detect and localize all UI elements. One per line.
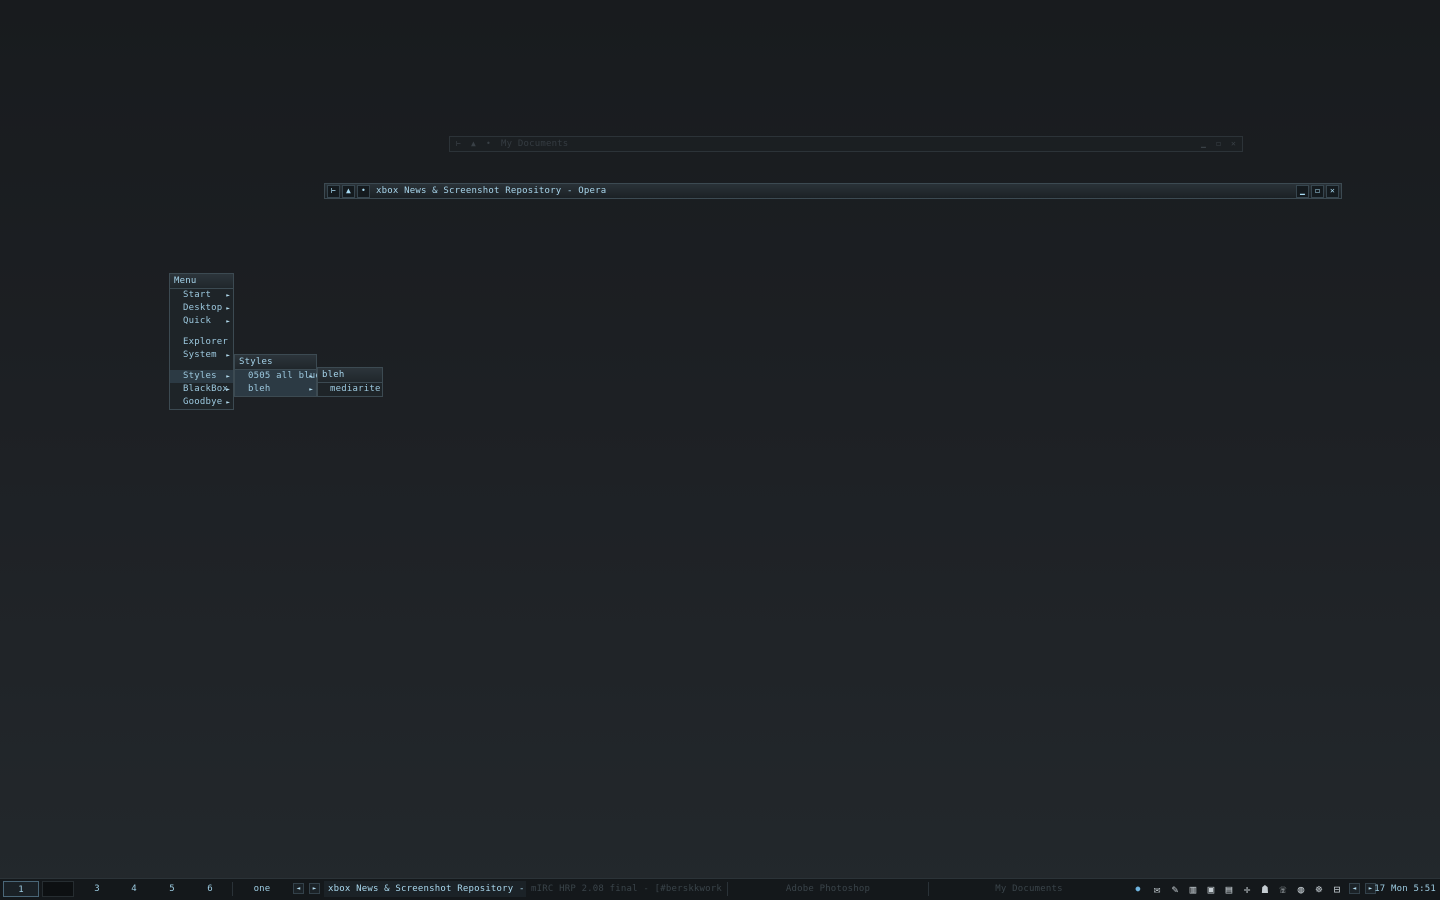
globe-icon[interactable]: ◍	[1294, 882, 1308, 896]
task-opera[interactable]: xbox News & Screenshot Repository - Op..…	[324, 881, 526, 897]
equalizer-icon[interactable]: ▥	[1186, 882, 1200, 896]
window-title: My Documents	[501, 139, 569, 149]
workspace-5[interactable]: 5	[155, 881, 189, 897]
submenu-arrow-icon: ►	[226, 386, 230, 393]
display-icon[interactable]: ▤	[1222, 882, 1236, 896]
menu-title: Styles	[235, 355, 316, 370]
task-my-documents[interactable]: My Documents	[930, 881, 1128, 897]
workspace-2[interactable]	[42, 881, 74, 897]
menu-item-quick[interactable]: Quick ►	[170, 315, 233, 328]
blue-dot-icon[interactable]: ●	[1131, 882, 1145, 896]
dot-icon[interactable]: •	[357, 184, 370, 198]
submenu-arrow-icon: ►	[226, 305, 230, 312]
workspace-1[interactable]: 1	[3, 881, 39, 897]
network-icon[interactable]: ☸	[1312, 882, 1326, 896]
minimize-icon[interactable]: ▁	[1296, 184, 1309, 198]
menu-item-desktop[interactable]: Desktop ►	[170, 302, 233, 315]
menu-title: bleh	[318, 368, 382, 383]
workspace-4[interactable]: 4	[117, 881, 151, 897]
people-icon[interactable]: ☗	[1258, 882, 1272, 896]
styles-submenu: Styles 0505 all blue ► bleh ►	[234, 354, 321, 397]
mail-icon[interactable]: ✉	[1150, 882, 1164, 896]
menu-separator	[170, 328, 233, 336]
menu-item-mediarite[interactable]: mediarite	[318, 383, 382, 396]
submenu-arrow-icon: ►	[226, 352, 230, 359]
bleh-submenu: bleh mediarite	[317, 367, 383, 397]
menu-item-start[interactable]: Start ►	[170, 289, 233, 302]
up-arrow-icon[interactable]: ▲	[342, 184, 355, 198]
maximize-icon[interactable]: ◻	[1212, 138, 1225, 151]
root-menu: Menu Start ► Desktop ► Quick ► Explorer Sys…	[169, 273, 234, 410]
menu-separator	[170, 362, 233, 370]
menu-item-blackbox[interactable]: BlackBox ►	[170, 383, 233, 396]
monitor-icon[interactable]: ▣	[1204, 882, 1218, 896]
window-opera-titlebar[interactable]: ⊢ ▲ • xbox News & Screenshot Repository …	[324, 183, 1342, 199]
menu-item-system[interactable]: System ►	[170, 349, 233, 362]
workspace-name: one	[253, 884, 271, 894]
computer-icon[interactable]: ⊟	[1330, 882, 1344, 896]
phone-icon[interactable]: ☏	[1276, 882, 1290, 896]
window-menu-icon[interactable]: ⊢	[452, 138, 465, 151]
workspace-6[interactable]: 6	[193, 881, 227, 897]
taskbar: 1 3 4 5 6 one ◄ ► xbox News & Screenshot…	[0, 878, 1440, 900]
task-mirc[interactable]: mIRC HRP 2.08 final - [#berskkwork [17] …	[527, 881, 725, 897]
menu-item-bleh[interactable]: bleh ►	[235, 383, 316, 396]
pen-icon[interactable]: ✎	[1168, 882, 1182, 896]
window-my-documents-titlebar[interactable]: ⊢ ▲ • My Documents ▁ ◻ ✕	[449, 136, 1243, 152]
menu-item-0505-all-blue[interactable]: 0505 all blue ►	[235, 370, 321, 383]
clock: 17 Mon 5:51	[1374, 884, 1436, 894]
divider	[232, 882, 233, 896]
menu-item-styles[interactable]: Styles ►	[170, 370, 233, 383]
menu-title: Menu	[170, 274, 233, 289]
submenu-arrow-icon: ►	[309, 373, 313, 380]
submenu-arrow-icon: ►	[226, 292, 230, 299]
divider	[928, 882, 929, 896]
menu-item-explorer[interactable]: Explorer	[170, 336, 233, 349]
submenu-arrow-icon: ►	[226, 318, 230, 325]
window-title: xbox News & Screenshot Repository - Oper…	[376, 186, 607, 196]
maximize-icon[interactable]: ◻	[1311, 184, 1324, 198]
up-arrow-icon[interactable]: ▲	[467, 138, 480, 151]
next-workspace-icon[interactable]: ►	[309, 883, 320, 894]
workspace-3[interactable]: 3	[80, 881, 114, 897]
prev-workspace-icon[interactable]: ◄	[293, 883, 304, 894]
menu-item-goodbye[interactable]: Goodbye ►	[170, 396, 233, 409]
dot-icon[interactable]: •	[482, 138, 495, 151]
tray-prev-icon[interactable]: ◄	[1349, 883, 1360, 894]
crosshair-icon[interactable]: ✛	[1240, 882, 1254, 896]
window-menu-icon[interactable]: ⊢	[327, 184, 340, 198]
submenu-arrow-icon: ►	[226, 399, 230, 406]
submenu-arrow-icon: ►	[309, 386, 313, 393]
minimize-icon[interactable]: ▁	[1197, 138, 1210, 151]
submenu-arrow-icon: ►	[226, 373, 230, 380]
close-icon[interactable]: ✕	[1326, 184, 1339, 198]
task-photoshop[interactable]: Adobe Photoshop	[729, 881, 927, 897]
close-icon[interactable]: ✕	[1227, 138, 1240, 151]
divider	[727, 882, 728, 896]
